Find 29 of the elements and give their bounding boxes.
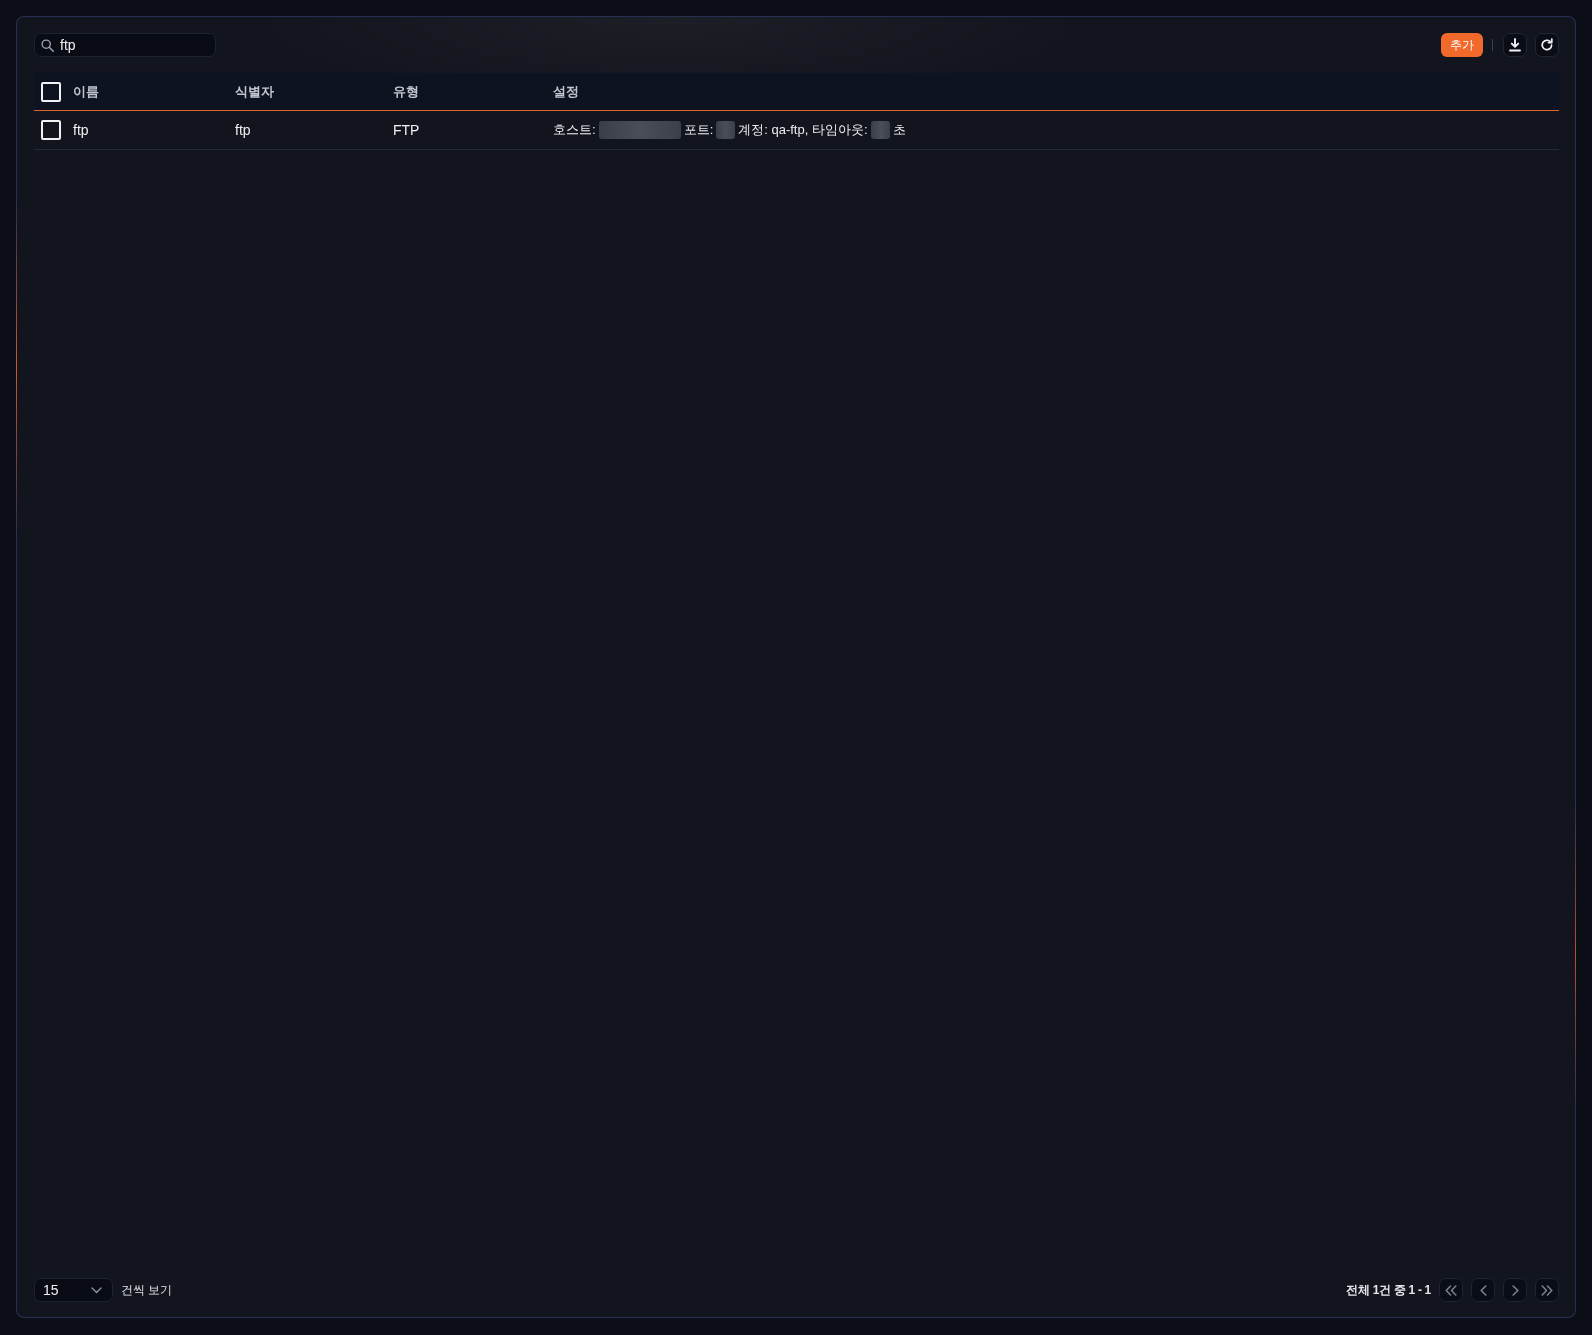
page-range-text: 전체 1건 중 1 - 1 bbox=[1346, 1281, 1431, 1299]
settings-text: 포트: bbox=[683, 121, 714, 139]
download-icon bbox=[1508, 38, 1522, 52]
chevron-right-icon bbox=[1511, 1284, 1519, 1296]
column-header[interactable]: 유형 bbox=[393, 82, 419, 101]
chevron-down-icon bbox=[91, 1286, 102, 1294]
column-header[interactable]: 설정 bbox=[553, 82, 579, 101]
table-cell: ftp bbox=[73, 122, 89, 138]
settings-text: 호스트: bbox=[553, 121, 596, 139]
refresh-icon bbox=[1540, 38, 1554, 52]
redacted-value bbox=[870, 121, 890, 139]
download-button[interactable] bbox=[1503, 33, 1527, 57]
double-chevron-left-icon bbox=[1445, 1284, 1457, 1296]
search-icon bbox=[41, 39, 54, 52]
table-cell: FTP bbox=[393, 122, 420, 138]
page-size-select[interactable]: 15 bbox=[34, 1278, 113, 1302]
double-chevron-right-icon bbox=[1541, 1284, 1553, 1296]
chevron-left-icon bbox=[1479, 1284, 1487, 1296]
row-checkbox[interactable] bbox=[41, 120, 61, 140]
page-size-label: 건씩 보기 bbox=[121, 1281, 173, 1299]
settings-text: 초 bbox=[892, 121, 906, 139]
settings-text: 계정: qa-ftp, 타임아웃: bbox=[738, 121, 868, 139]
table-cell: ftp bbox=[235, 122, 251, 138]
refresh-button[interactable] bbox=[1535, 33, 1559, 57]
column-header[interactable]: 식별자 bbox=[235, 82, 274, 101]
redacted-value bbox=[716, 121, 736, 139]
select-all-checkbox[interactable] bbox=[41, 81, 61, 102]
search-field[interactable]: ftp bbox=[34, 33, 216, 57]
column-header[interactable]: 이름 bbox=[73, 82, 99, 101]
